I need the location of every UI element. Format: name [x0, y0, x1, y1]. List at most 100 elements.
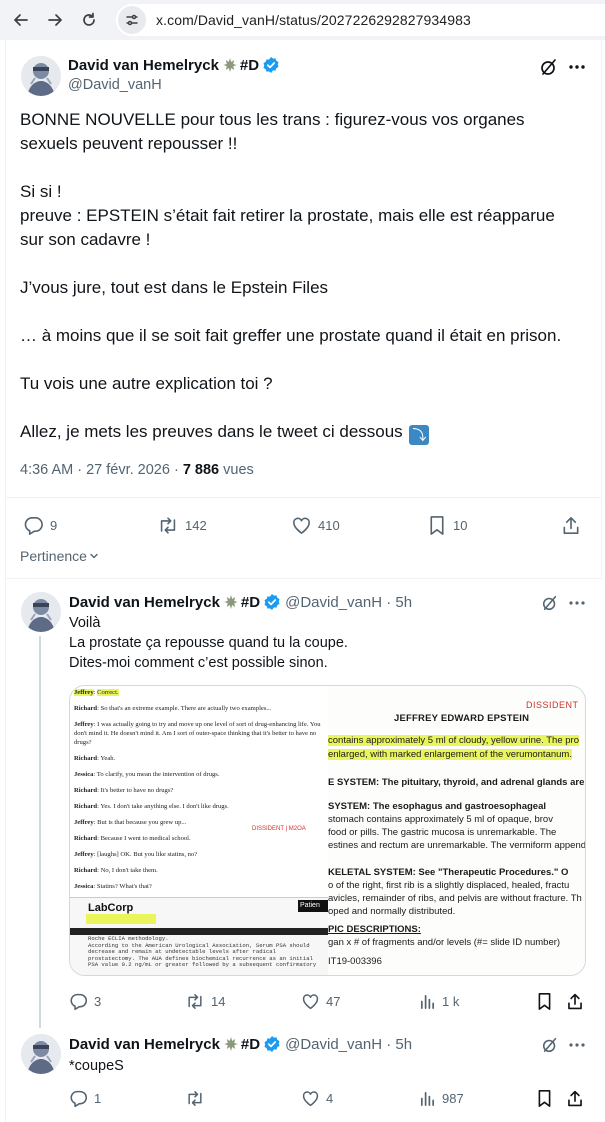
tweet-paragraph: BONNE NOUVELLE pour tous les trans : fig… — [20, 110, 525, 153]
tweet-meta: 4:36 AM · 27 févr. 2026 · 7 886 vues — [20, 462, 254, 478]
bookmark-icon — [536, 992, 553, 1011]
author-handle-time[interactable]: @David_vanH · 5h — [285, 594, 412, 611]
like-count: 410 — [318, 517, 340, 533]
document-line: contains approximately 5 ml of cloudy, y… — [328, 735, 579, 746]
bookmark-button[interactable]: 10 — [427, 510, 467, 540]
share-icon — [566, 992, 584, 1011]
repost-button[interactable]: 142 — [157, 510, 207, 540]
forward-arrow-icon[interactable] — [42, 7, 68, 33]
bookmark-button[interactable] — [536, 990, 553, 1012]
document-line: enlarged, with marked enlargement of the… — [328, 749, 572, 760]
transcript-line: Jeffrey: Correct. — [74, 689, 119, 696]
author-handle-time[interactable]: @David_vanH · 5h — [285, 1036, 412, 1053]
tweet-timestamp[interactable]: 4:36 AM · 27 févr. 2026 · — [20, 462, 183, 478]
back-arrow-icon[interactable] — [8, 7, 34, 33]
reply-count: 3 — [94, 993, 102, 1009]
reply-button[interactable]: 3 — [69, 990, 101, 1012]
heart-icon — [301, 1089, 320, 1108]
share-icon — [566, 1089, 584, 1108]
page-border-right — [601, 40, 602, 580]
tweet-paragraph: Tu vois une autre explication toi ? — [20, 374, 273, 393]
views-button[interactable]: 987 — [419, 1087, 464, 1109]
address-bar[interactable]: x.com/David_vanH/status/2027226292827934… — [116, 4, 605, 36]
author-name[interactable]: David van Hemelryck — [68, 57, 219, 74]
grok-icon[interactable] — [539, 592, 561, 614]
labcorp-document: LabCorp Patien Roche ECLIA methodology. … — [70, 897, 328, 975]
tweet-paragraph-last: Allez, je mets les preuves dans le tweet… — [20, 420, 580, 445]
author-row: David van Hemelryck #D @David_vanH · 5h — [69, 593, 412, 611]
transcript-text: Because I went to medical school. — [100, 835, 191, 842]
reply-icon — [23, 515, 44, 536]
author-name[interactable]: David van Hemelryck — [69, 1036, 220, 1053]
transcript-speaker: Jeffrey — [74, 721, 94, 728]
transcript-speaker: Jessica — [74, 771, 94, 778]
avatar[interactable] — [21, 1034, 61, 1074]
reply-count: 1 — [94, 1090, 102, 1106]
transcript-line: Richard: No, I don't take them. — [74, 867, 158, 874]
tweet-text: BONNE NOUVELLE pour tous les trans : fig… — [20, 108, 580, 445]
tweet-paragraph-text: Allez, je mets les preuves dans le tweet… — [20, 422, 403, 441]
grok-icon[interactable] — [539, 1034, 561, 1056]
transcript-speaker: Richard — [74, 755, 98, 762]
transcript-text: Yes. I don't take anything else. I don't… — [100, 803, 229, 810]
site-settings-icon[interactable] — [118, 6, 146, 34]
share-button[interactable] — [566, 1087, 584, 1109]
transcript-line: Jessica: Statins? What's that? — [74, 883, 152, 890]
repost-button[interactable] — [185, 1087, 205, 1109]
transcript-line: Jessica: To clarify, you mean the interv… — [74, 771, 220, 778]
reply-button[interactable]: 1 — [69, 1087, 101, 1109]
avatar[interactable] — [21, 56, 61, 96]
transcript-text: Yeah. — [100, 755, 116, 762]
transcript-speaker: Richard — [74, 787, 98, 794]
transcript-line: Richard: Because I went to medical schoo… — [74, 835, 191, 842]
sort-dropdown[interactable]: Pertinence — [20, 548, 99, 564]
transcript-line: Richard: So that's an extreme example. T… — [74, 705, 272, 712]
share-button[interactable] — [561, 510, 581, 540]
grok-icon[interactable] — [537, 55, 561, 79]
more-options-icon[interactable] — [566, 592, 588, 614]
url-text[interactable]: x.com/David_vanH/status/2027226292827934… — [156, 12, 471, 28]
transcript-text: Statins? What's that? — [96, 883, 152, 890]
repost-button[interactable]: 14 — [185, 990, 225, 1012]
more-options-icon[interactable] — [566, 1034, 588, 1056]
leaf-icon — [223, 1036, 239, 1052]
like-button[interactable]: 4 — [301, 1087, 333, 1109]
repost-icon — [185, 992, 205, 1011]
transcript-line: Jeffrey: I was actually going to try and… — [74, 721, 321, 746]
transcript-text: But is that because you grew up... — [97, 819, 187, 826]
views-button[interactable]: 1 k — [419, 990, 459, 1012]
avatar[interactable] — [21, 592, 61, 632]
document-line: KELETAL SYSTEM: See "Therapeutic Procedu… — [328, 867, 569, 878]
author-handle[interactable]: @David_vanH — [68, 77, 162, 93]
transcript-speaker: Jessica — [74, 883, 94, 890]
patient-label: Patien — [298, 900, 328, 912]
reload-icon[interactable] — [76, 7, 102, 33]
labcorp-text: Roche ECLIA methodology. According to th… — [88, 935, 317, 969]
reply-actions: 3 14 47 1 k — [69, 990, 586, 1012]
reply-count: 9 — [50, 517, 58, 533]
reply-text: *coupeS — [69, 1058, 124, 1074]
tweet-paragraph: Si si ! preuve : EPSTEIN s’était fait re… — [20, 182, 555, 249]
like-count: 47 — [326, 993, 341, 1009]
tweet-media[interactable]: Jeffrey: Correct. Richard: So that's an e… — [69, 685, 586, 976]
bookmark-button[interactable] — [536, 1087, 553, 1109]
document-line: oped and normally distributed. — [328, 906, 456, 917]
views-count: 7 886 — [182, 462, 220, 478]
verified-badge-icon — [263, 593, 281, 611]
like-button[interactable]: 47 — [301, 990, 340, 1012]
share-button[interactable] — [566, 990, 584, 1012]
tweet-paragraph: J’vous jure, tout est dans le Epstein Fi… — [20, 278, 329, 297]
more-options-icon[interactable] — [565, 55, 589, 79]
page-border-left — [5, 40, 6, 1122]
heart-icon — [301, 992, 320, 1011]
divider — [6, 578, 601, 579]
like-button[interactable]: 410 — [291, 510, 340, 540]
transcript-speaker: Jeffrey — [74, 851, 94, 858]
arrow-down-emoji-icon: ⤵ — [409, 425, 430, 445]
author-name[interactable]: David van Hemelryck — [69, 594, 220, 611]
reply-button[interactable]: 9 — [23, 510, 57, 540]
transcript-text: To clarify, you mean the intervention of… — [96, 771, 220, 778]
document-line: avicles, remainder of ribs, and pelvis a… — [328, 893, 582, 904]
repost-icon — [185, 1089, 205, 1108]
document-stamp: DISSIDENT — [526, 700, 579, 710]
